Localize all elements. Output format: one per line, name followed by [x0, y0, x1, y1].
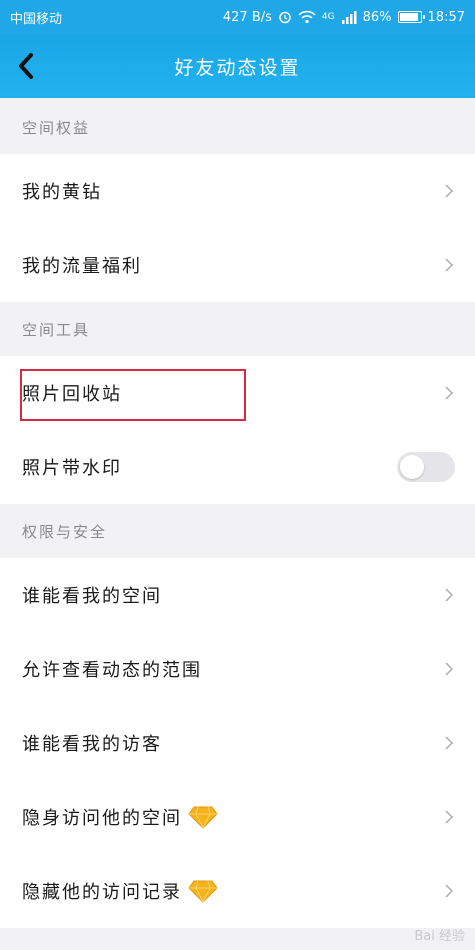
section-header-tools: 空间工具	[22, 320, 91, 339]
status-right: 427 B/s 4G 86% 18:57	[223, 10, 465, 25]
network-type: 4G	[321, 12, 335, 22]
row-label: 允许查看动态的范围	[22, 660, 202, 681]
watermark-text: Bai 经验	[414, 929, 465, 944]
row-label: 隐藏他的访问记录	[22, 882, 182, 903]
chevron-right-icon	[445, 258, 454, 272]
row-who-can-see-visitors[interactable]: 谁能看我的访客	[0, 706, 475, 780]
row-label: 我的黄钻	[22, 182, 102, 203]
battery-icon	[397, 11, 425, 23]
page-title: 好友动态设置	[174, 56, 301, 79]
yellow-diamond-icon	[188, 880, 218, 903]
row-who-can-see-space[interactable]: 谁能看我的空间	[0, 558, 475, 632]
section-header-rights: 空间权益	[22, 118, 91, 137]
chevron-right-icon	[445, 736, 454, 750]
nav-bar: 好友动态设置	[0, 34, 475, 98]
row-label: 隐身访问他的空间	[22, 808, 182, 829]
row-label: 照片带水印	[22, 458, 122, 479]
row-invisible-visit[interactable]: 隐身访问他的空间	[0, 780, 475, 854]
section-header-privacy: 权限与安全	[22, 522, 108, 541]
chevron-right-icon	[445, 662, 454, 676]
chevron-right-icon	[445, 810, 454, 824]
clock: 18:57	[427, 9, 465, 25]
signal-icon	[341, 10, 357, 24]
row-label: 谁能看我的访客	[22, 734, 162, 755]
row-label-group: 隐身访问他的空间	[22, 804, 443, 830]
row-yellow-diamond[interactable]: 我的黄钻	[0, 154, 475, 228]
chevron-right-icon	[445, 884, 454, 898]
network-speed: 427 B/s	[222, 9, 272, 25]
row-traffic-benefit[interactable]: 我的流量福利	[0, 228, 475, 302]
chevron-right-icon	[445, 386, 454, 400]
row-label: 谁能看我的空间	[22, 586, 162, 607]
row-label-group: 隐藏他的访问记录	[22, 878, 443, 904]
row-feed-visibility-range[interactable]: 允许查看动态的范围	[0, 632, 475, 706]
carrier-label: 中国移动	[10, 11, 63, 27]
chevron-right-icon	[445, 588, 454, 602]
row-hide-visit-record[interactable]: 隐藏他的访问记录	[0, 854, 475, 928]
watermark-toggle[interactable]	[397, 452, 455, 482]
wifi-icon	[298, 10, 316, 24]
chevron-right-icon	[445, 184, 454, 198]
highlight-box	[20, 369, 246, 421]
status-bar: 中国移动 427 B/s 4G 86% 18:57	[0, 0, 475, 34]
yellow-diamond-icon	[188, 806, 218, 829]
alarm-icon	[279, 11, 291, 24]
battery-percent: 86%	[362, 9, 392, 25]
row-photo-watermark: 照片带水印	[0, 430, 475, 504]
toggle-knob	[400, 455, 424, 479]
row-label: 我的流量福利	[22, 256, 142, 277]
